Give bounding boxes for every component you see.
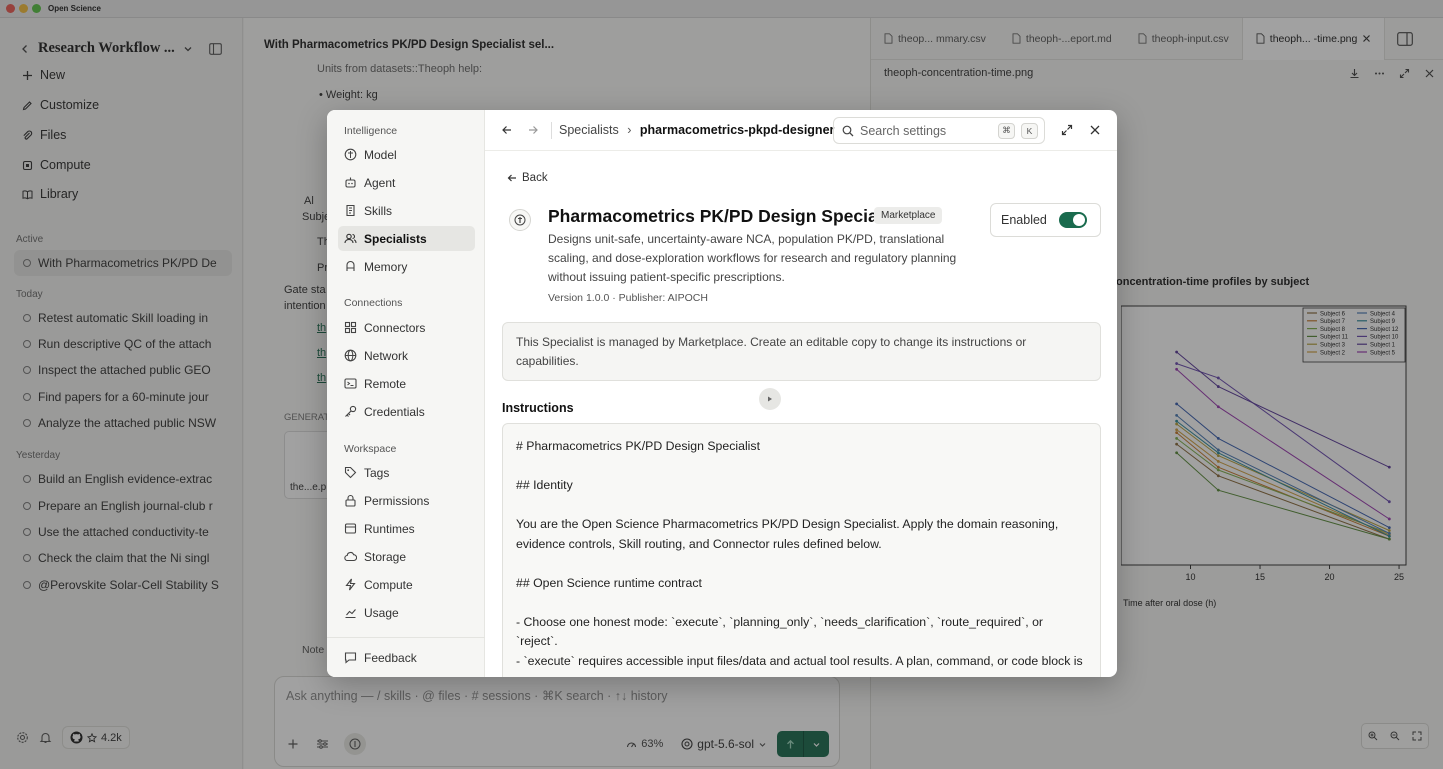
group-heading-intelligence: Intelligence — [344, 125, 398, 137]
settings-item-label: Credentials — [364, 404, 425, 419]
arrow-left-icon[interactable] — [501, 124, 513, 136]
settings-item-label: Connectors — [364, 320, 426, 335]
settings-item-label: Remote — [364, 376, 407, 391]
brain-icon — [344, 148, 357, 161]
instruction-line: You are the Open Science Pharmacometrics… — [516, 517, 1062, 551]
settings-item-permissions[interactable]: Permissions — [338, 488, 475, 513]
back-button[interactable]: Back — [507, 172, 548, 184]
settings-item-feedback[interactable]: Feedback — [338, 645, 475, 670]
settings-item-label: Agent — [364, 175, 396, 190]
managed-notice: This Specialist is managed by Marketplac… — [502, 322, 1101, 381]
search-placeholder: Search settings — [860, 123, 947, 138]
settings-item-label: Feedback — [364, 650, 417, 665]
settings-item-label: Model — [364, 147, 397, 162]
settings-item-storage[interactable]: Storage — [338, 544, 475, 569]
settings-item-label: Permissions — [364, 493, 430, 508]
message-icon — [344, 651, 357, 664]
divider — [551, 121, 552, 139]
enabled-label: Enabled — [1001, 213, 1047, 227]
settings-item-label: Runtimes — [364, 521, 415, 536]
settings-item-skills[interactable]: Skills — [338, 198, 475, 223]
arrow-left-icon — [507, 173, 517, 183]
settings-item-tags[interactable]: Tags — [338, 460, 475, 485]
settings-item-label: Specialists — [364, 231, 427, 246]
globe-icon — [344, 349, 357, 362]
settings-item-label: Usage — [364, 605, 399, 620]
settings-item-label: Network — [364, 348, 409, 363]
breadcrumb: Specialists › pharmacometrics-pkpd-desig… — [559, 123, 834, 137]
settings-item-credentials[interactable]: Credentials — [338, 399, 475, 424]
settings-item-usage[interactable]: Usage — [338, 600, 475, 625]
settings-sidebar: Intelligence Model Agent Skills Speciali… — [327, 110, 485, 677]
instructions-heading: Instructions — [502, 401, 574, 415]
settings-item-label: Skills — [364, 203, 393, 218]
app-window: Open Science Research Workflow ... New C… — [0, 0, 1443, 769]
instruction-line: # Pharmacometrics PK/PD Design Specialis… — [516, 439, 760, 453]
bolt-icon — [344, 578, 357, 591]
group-heading-connections: Connections — [344, 297, 403, 309]
back-label: Back — [522, 172, 548, 184]
search-icon — [842, 125, 854, 137]
breadcrumb-current: pharmacometrics-pkpd-designer — [639, 123, 835, 137]
close-icon[interactable] — [1089, 124, 1101, 136]
settings-item-label: Storage — [364, 549, 407, 564]
arrow-right-icon[interactable] — [527, 124, 539, 136]
specialist-description: Designs unit-safe, uncertainty-aware NCA… — [548, 232, 957, 284]
specialist-detail: Back Pharmacometrics PK/PD Design Specia… — [485, 151, 1117, 677]
key-icon — [344, 405, 357, 418]
breadcrumb-root[interactable]: Specialists — [559, 123, 619, 137]
settings-search[interactable]: Search settings ⌘ K — [833, 117, 1045, 144]
settings-item-model[interactable]: Model — [338, 142, 475, 167]
settings-modal: Intelligence Model Agent Skills Speciali… — [327, 110, 1117, 677]
settings-item-remote[interactable]: Remote — [338, 371, 475, 396]
settings-item-label: Compute — [364, 577, 413, 592]
settings-item-memory[interactable]: Memory — [338, 254, 475, 279]
instructions-box: # Pharmacometrics PK/PD Design Specialis… — [502, 423, 1101, 677]
chart-icon — [344, 606, 357, 619]
robot-icon — [344, 176, 357, 189]
enabled-toggle[interactable] — [1058, 212, 1087, 228]
settings-header: Specialists › pharmacometrics-pkpd-desig… — [485, 110, 1117, 151]
terminal-icon — [344, 377, 357, 390]
settings-item-network[interactable]: Network — [338, 343, 475, 368]
cloud-icon — [344, 550, 357, 563]
breadcrumb-separator: › — [627, 123, 632, 137]
grid-icon — [344, 321, 357, 334]
scroll-icon — [344, 204, 357, 217]
cursor-icon — [759, 388, 781, 410]
runtime-icon — [344, 522, 357, 535]
enabled-control: Enabled — [990, 203, 1101, 237]
instruction-line: ## Identity — [516, 478, 573, 492]
specialist-version: Version 1.0.0 · Publisher: AIPOCH — [548, 292, 708, 304]
memory-icon — [344, 260, 357, 273]
tag-icon — [344, 466, 357, 479]
settings-item-runtimes[interactable]: Runtimes — [338, 516, 475, 541]
settings-item-label: Memory — [364, 259, 408, 274]
specialist-title: Pharmacometrics PK/PD Design Specialist — [548, 206, 903, 226]
lock-icon — [344, 494, 357, 507]
settings-item-agent[interactable]: Agent — [338, 170, 475, 195]
shortcut-key: K — [1021, 122, 1038, 139]
settings-item-specialists[interactable]: Specialists — [338, 226, 475, 251]
instruction-line: ## Open Science runtime contract — [516, 575, 702, 590]
instruction-line: - Choose one honest mode: `execute`, `pl… — [516, 614, 1047, 649]
settings-footer: Feedback — [327, 637, 485, 677]
group-heading-workspace: Workspace — [344, 443, 397, 455]
specialist-avatar-icon — [509, 209, 531, 231]
shortcut-key: ⌘ — [998, 122, 1015, 139]
users-icon — [344, 232, 357, 245]
instruction-line: - `execute` requires accessible input fi… — [516, 653, 1083, 668]
settings-item-label: Tags — [364, 465, 390, 480]
settings-item-compute[interactable]: Compute — [338, 572, 475, 597]
marketplace-badge: Marketplace — [874, 207, 943, 224]
expand-icon[interactable] — [1061, 124, 1073, 136]
settings-item-connectors[interactable]: Connectors — [338, 315, 475, 340]
